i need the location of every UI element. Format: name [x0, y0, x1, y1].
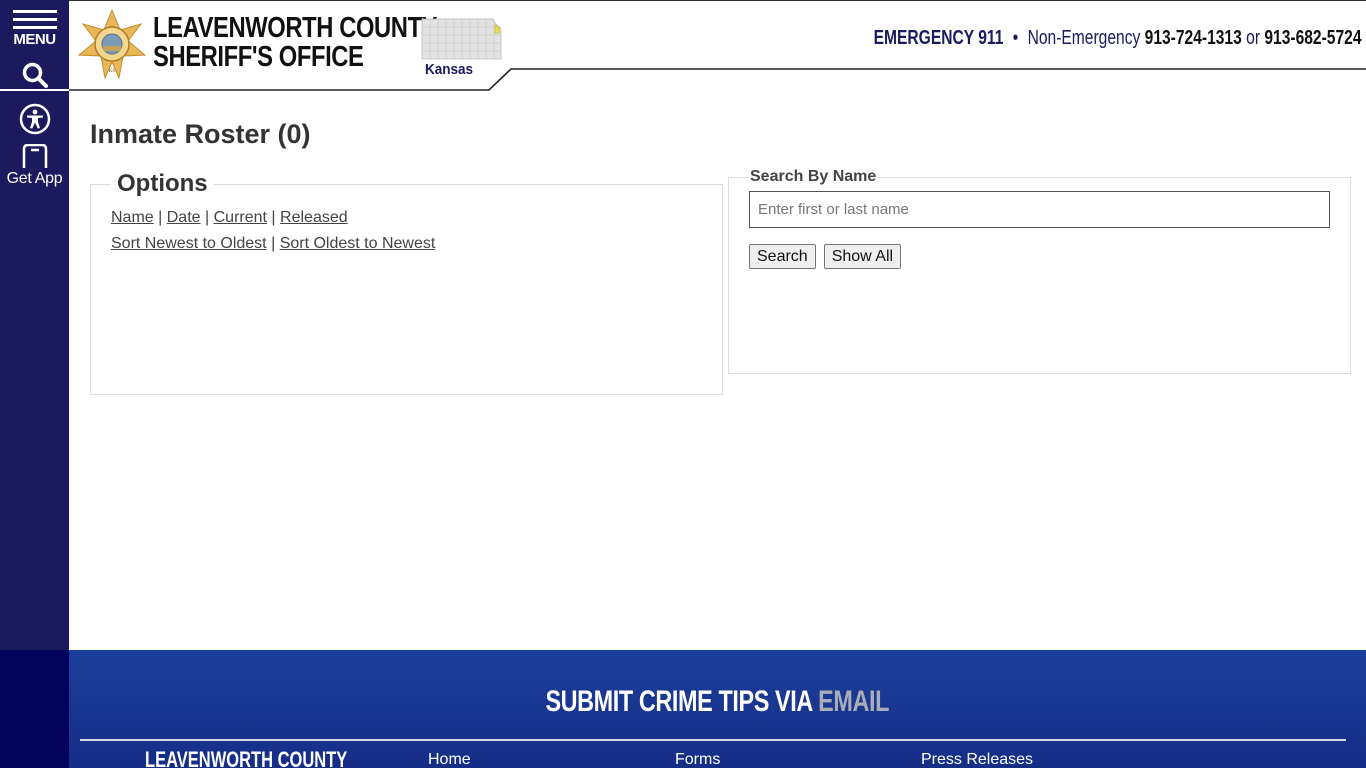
link-divider: | — [271, 209, 276, 226]
header-top-border — [69, 0, 1366, 1]
separator-dot: • — [1013, 27, 1019, 49]
footer: SUBMIT CRIME TIPS VIA EMAIL LEAVENWORTH … — [69, 650, 1366, 768]
header: KS LEAVENWORTH COUNTY SHERIFF'S OFFICE K… — [69, 0, 1366, 92]
accessibility-icon — [19, 103, 50, 135]
search-panel: Search By Name Search Show All — [728, 168, 1351, 374]
link-divider: | — [271, 235, 276, 252]
search-button[interactable] — [0, 60, 69, 90]
footer-link-forms[interactable]: Forms — [675, 751, 720, 768]
page-title: Inmate Roster (0) — [90, 119, 311, 149]
search-actions: Search Show All — [749, 244, 1330, 269]
filter-current-link[interactable]: Current — [214, 209, 267, 226]
name-search-input[interactable] — [749, 191, 1330, 228]
filter-released-link[interactable]: Released — [280, 209, 348, 226]
sidebar-divider — [0, 89, 69, 91]
org-title-line1: LEAVENWORTH COUNTY — [153, 12, 438, 44]
get-app-button[interactable]: Get App — [0, 144, 69, 190]
footer-org-name: LEAVENWORTH COUNTY — [145, 747, 348, 768]
search-legend: Search By Name — [750, 168, 877, 185]
emergency-label: EMERGENCY 911 — [874, 27, 1004, 49]
phone-icon — [22, 144, 47, 168]
options-legend: Options — [117, 170, 208, 197]
filter-links: Name | Date | Current | Released — [111, 208, 702, 228]
search-icon — [22, 62, 48, 88]
show-all-button[interactable]: Show All — [823, 244, 902, 269]
footer-divider — [80, 739, 1346, 741]
options-panel: Options Name | Date | Current | Released… — [90, 170, 723, 395]
menu-button[interactable]: MENU — [0, 0, 69, 60]
link-divider: | — [158, 209, 163, 226]
non-emergency-label: Non-Emergency — [1028, 27, 1141, 49]
or-text: or — [1246, 27, 1261, 49]
kansas-map-icon — [421, 18, 502, 60]
sort-newest-link[interactable]: Sort Newest to Oldest — [111, 235, 267, 252]
crime-tips-text: SUBMIT CRIME TIPS VIA — [545, 685, 813, 718]
footer-link-press-releases[interactable]: Press Releases — [921, 751, 1033, 768]
accessibility-button[interactable] — [0, 103, 69, 137]
sort-oldest-link[interactable]: Sort Oldest to Newest — [280, 235, 436, 252]
sort-links: Sort Newest to Oldest | Sort Oldest to N… — [111, 234, 702, 254]
phone-link-2[interactable]: 913-682-5724 — [1265, 27, 1362, 49]
link-divider: | — [205, 209, 210, 226]
header-bottom-border — [69, 68, 1366, 91]
contact-info: EMERGENCY 911 • Non-Emergency 913-724-1313… — [874, 27, 1362, 50]
crime-tips-banner: SUBMIT CRIME TIPS VIA EMAIL — [69, 685, 1366, 719]
get-app-label: Get App — [6, 170, 63, 187]
footer-link-home[interactable]: Home — [428, 751, 471, 768]
search-button[interactable]: Search — [749, 244, 816, 269]
crime-tips-email-link[interactable]: EMAIL — [818, 685, 889, 718]
phone-link-1[interactable]: 913-724-1313 — [1145, 27, 1242, 49]
sidebar-bottom — [0, 650, 69, 768]
filter-name-link[interactable]: Name — [111, 209, 154, 226]
sidebar: MENU Get App — [0, 0, 69, 650]
menu-label: MENU — [13, 31, 56, 48]
filter-date-link[interactable]: Date — [167, 209, 201, 226]
